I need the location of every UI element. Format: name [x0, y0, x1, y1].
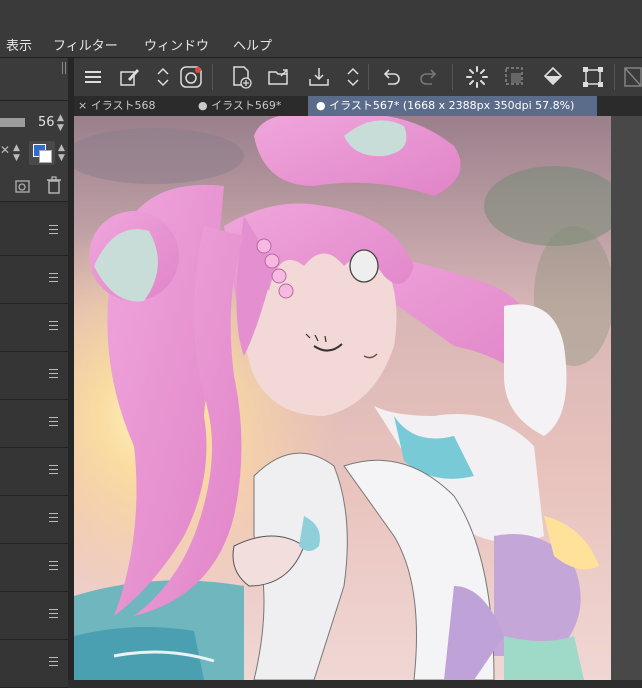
canvas-area[interactable]	[74, 116, 642, 680]
menu-filter[interactable]: フィルター	[53, 35, 118, 54]
loading-icon[interactable]	[464, 64, 490, 90]
brush-size-down-icon[interactable]: ▼	[57, 124, 64, 133]
menu-window[interactable]: ウィンドウ	[144, 35, 209, 54]
new-file-icon[interactable]	[228, 64, 254, 90]
color-down-icon[interactable]: ▼	[13, 154, 20, 163]
save-icon[interactable]	[306, 64, 332, 90]
layer-row[interactable]	[0, 448, 68, 496]
undo-icon[interactable]	[378, 64, 404, 90]
layer-drag-handle-icon[interactable]	[49, 657, 58, 666]
left-panel: 56 ▲ ▼ ✕ ▲ ▼ ▲ ▼	[0, 58, 68, 688]
brush-size-slider[interactable]	[0, 118, 25, 127]
layer-drag-handle-icon[interactable]	[49, 273, 58, 282]
layer-drag-handle-icon[interactable]	[49, 465, 58, 474]
canvas-gutter	[611, 116, 642, 680]
menu-bar: 表示 フィルター ウィンドウ ヘルプ	[0, 0, 642, 58]
menu-icon[interactable]	[80, 64, 106, 90]
layer-row[interactable]	[0, 208, 68, 256]
canvas-illustration[interactable]	[74, 116, 611, 680]
selection-icon[interactable]	[502, 64, 528, 90]
color-swatch[interactable]	[29, 141, 55, 165]
brush-size-up-icon[interactable]: ▲	[57, 114, 64, 123]
layer-drag-handle-icon[interactable]	[49, 561, 58, 570]
brush-size-value: 56	[38, 115, 55, 130]
toolbar-separator	[368, 64, 369, 90]
layer-row[interactable]	[0, 304, 68, 352]
background-color[interactable]	[39, 150, 52, 163]
layer-drag-handle-icon[interactable]	[49, 369, 58, 378]
swap-icon[interactable]: ✕	[0, 144, 10, 156]
extra-icon[interactable]	[620, 64, 642, 90]
color-stepper-up-icon[interactable]: ▲	[58, 144, 65, 153]
app-icon[interactable]	[178, 64, 204, 90]
color-stepper-down-icon[interactable]: ▼	[58, 154, 65, 163]
edit-icon[interactable]	[116, 64, 142, 90]
trash-icon[interactable]	[46, 176, 62, 194]
document-tabs: × イラスト568 ● イラスト569* ● イラスト567* (1668 x …	[74, 96, 642, 116]
stepper-icon[interactable]	[340, 64, 366, 90]
color-up-icon[interactable]: ▲	[13, 144, 20, 153]
new-layer-icon[interactable]	[12, 178, 32, 194]
menu-view[interactable]: 表示	[6, 35, 32, 54]
layer-drag-handle-icon[interactable]	[49, 225, 58, 234]
stepper-icon[interactable]	[150, 64, 176, 90]
layer-row[interactable]	[0, 352, 68, 400]
layer-row[interactable]	[0, 496, 68, 544]
toolbar-separator	[614, 64, 615, 90]
layer-drag-handle-icon[interactable]	[49, 321, 58, 330]
toolbar-separator	[452, 64, 453, 90]
toolbar-separator	[212, 64, 213, 90]
layer-drag-handle-icon[interactable]	[49, 609, 58, 618]
tab-illust-568[interactable]: × イラスト568	[78, 96, 198, 116]
tab-illust-567[interactable]: ● イラスト567* (1668 x 2388px 350dpi 57.8%)	[308, 96, 597, 116]
command-bar	[74, 58, 642, 97]
fill-icon[interactable]	[540, 64, 566, 90]
layer-row[interactable]	[0, 256, 68, 304]
open-folder-icon[interactable]	[266, 64, 292, 90]
layer-drag-handle-icon[interactable]	[49, 513, 58, 522]
layer-drag-handle-icon[interactable]	[49, 417, 58, 426]
layer-row[interactable]	[0, 544, 68, 592]
panel-header	[0, 58, 68, 101]
tab-illust-569[interactable]: ● イラスト569*	[198, 96, 306, 116]
menu-help[interactable]: ヘルプ	[233, 35, 272, 54]
layer-row[interactable]	[0, 640, 68, 688]
transform-icon[interactable]	[580, 64, 606, 90]
layer-row[interactable]	[0, 592, 68, 640]
layer-row[interactable]	[0, 400, 68, 448]
redo-icon[interactable]	[416, 64, 442, 90]
